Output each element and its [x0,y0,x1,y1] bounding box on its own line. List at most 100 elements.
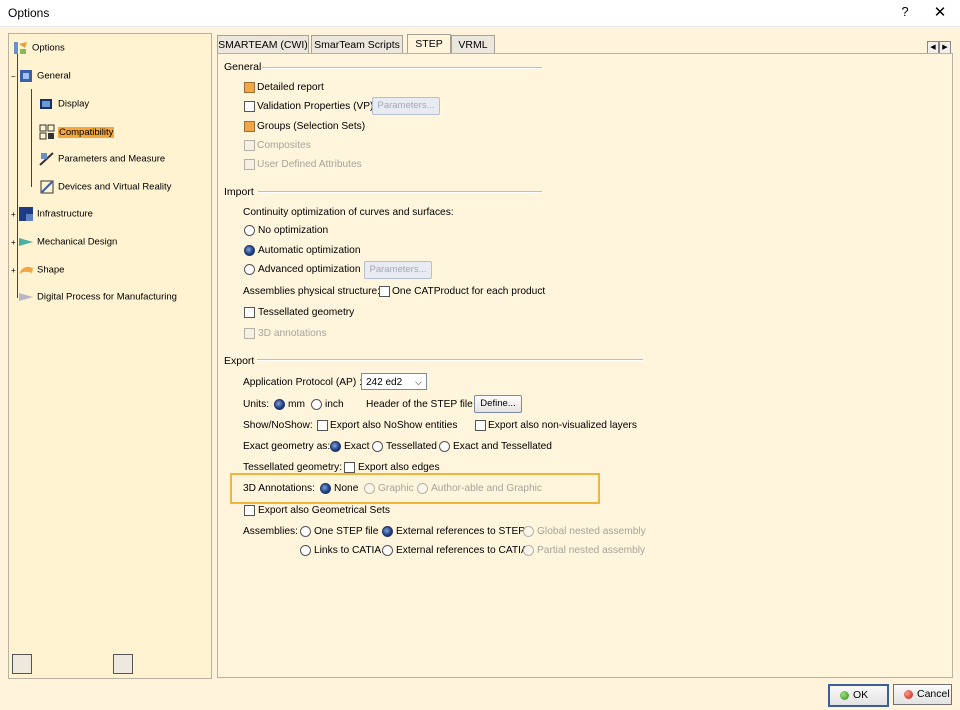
infrastructure-icon [18,206,34,222]
tab-scroll: ◀ ▶ [927,40,951,54]
validation-properties-label: Validation Properties (VP) [257,101,374,112]
groups-label: Groups (Selection Sets) [257,121,366,132]
tree-item-dpm[interactable]: Digital Process for Manufacturing [18,289,177,305]
cancel-icon [904,689,913,699]
no-optimization-radio[interactable] [244,225,255,236]
tab-step[interactable]: STEP [407,34,451,55]
no-optimization-label: No optimization [258,225,329,236]
step-panel [217,53,953,678]
header-label: Header of the STEP file : [366,399,479,410]
continuity-label: Continuity optimization of curves and su… [243,207,454,218]
inch-label: inch [325,399,344,410]
section-general: General [224,61,262,73]
tree-label: Devices and Virtual Reality [58,181,172,193]
export-edges-checkbox[interactable] [344,462,355,473]
partial-nested-label: Partial nested assembly [537,545,646,556]
ext-catia-radio[interactable] [382,545,393,556]
noshow-checkbox[interactable] [317,420,328,431]
ap-select[interactable]: 242 ed2 ⌵ [361,373,427,390]
tree-item-options[interactable]: Options [13,40,65,56]
one-step-label: One STEP file [314,526,379,537]
automatic-optimization-radio[interactable] [244,245,255,256]
tab-smarteam[interactable]: SMARTEAM (CWI) [217,35,309,54]
tools-icon[interactable] [113,654,133,674]
exact-radio[interactable] [330,441,341,452]
annot-none-label: None [334,483,359,494]
tree-item-parameters[interactable]: Parameters and Measure [39,151,165,167]
tree-item-devices[interactable]: Devices and Virtual Reality [39,179,171,195]
tessellated-geometry-label: Tessellated geometry [258,307,355,318]
tree-label: Shape [37,264,65,276]
tree-label: Display [58,98,90,110]
dpm-icon [18,289,34,305]
tree-label: Digital Process for Manufacturing [37,291,177,303]
cancel-button[interactable]: Cancel [893,684,952,705]
import-3d-annotations-checkbox[interactable] [244,328,255,339]
vp-parameters-button[interactable]: Parameters... [372,97,440,115]
compatibility-icon [39,124,55,140]
tessellated-geometry-export-label: Tessellated geometry: [243,462,343,473]
composites-label: Composites [257,140,311,151]
tree-item-compatibility[interactable]: Compatibility [39,124,115,140]
units-label: Units: [243,399,270,410]
import-parameters-button[interactable]: Parameters... [364,261,432,279]
options-tree: Options − General Display Compatibility P… [8,33,212,679]
groups-checkbox[interactable] [244,121,255,132]
partial-nested-radio[interactable] [523,545,534,556]
links-catia-radio[interactable] [300,545,311,556]
devices-icon [39,179,55,195]
help-button[interactable]: ? [897,4,913,19]
one-step-radio[interactable] [300,526,311,537]
inch-radio[interactable] [311,399,322,410]
nonvisual-layers-checkbox[interactable] [475,420,486,431]
noshow-label: Export also NoShow entities [330,420,458,431]
assemblies-label: Assemblies: [243,526,298,537]
tessellated-label: Tessellated [386,441,437,452]
geometrical-sets-checkbox[interactable] [244,505,255,516]
display-icon [39,96,55,112]
advanced-optimization-radio[interactable] [244,264,255,275]
composites-checkbox[interactable] [244,140,255,151]
tessellated-radio[interactable] [372,441,383,452]
mm-radio[interactable] [274,399,285,410]
show-noshow-label: Show/NoShow: [243,420,313,431]
exact-tessellated-radio[interactable] [439,441,450,452]
tessellated-geometry-checkbox[interactable] [244,307,255,318]
annot-none-radio[interactable] [320,483,331,494]
window-title: Options [8,6,50,20]
tree-item-general[interactable]: − General [11,68,71,84]
validation-properties-checkbox[interactable] [244,101,255,112]
close-button[interactable]: ✕ [930,3,950,21]
tab-vrml[interactable]: VRML [451,35,495,54]
export-edges-label: Export also edges [358,462,440,473]
automatic-optimization-label: Automatic optimization [258,245,361,256]
annot-authorable-label: Author-able and Graphic [431,483,542,494]
ok-label: OK [853,689,869,701]
parameters-icon [39,151,55,167]
tab-smarteam-scripts[interactable]: SmarTeam Scripts [311,35,403,54]
title-bar: Options ? ✕ [0,0,960,27]
advanced-optimization-label: Advanced optimization [258,264,361,275]
tree-item-mechanical[interactable]: + Mechanical Design [11,234,117,250]
annot-authorable-radio[interactable] [417,483,428,494]
options-icon [13,40,29,56]
define-button[interactable]: Define... [474,395,522,413]
assemblies-structure-label: Assemblies physical structure: [243,286,381,297]
links-catia-label: Links to CATIA [314,545,382,556]
ok-button[interactable]: OK [828,684,889,707]
ap-label: Application Protocol (AP) : [243,377,362,388]
ext-step-radio[interactable] [382,526,393,537]
detailed-report-label: Detailed report [257,82,324,93]
detailed-report-checkbox[interactable] [244,82,255,93]
geometrical-sets-label: Export also Geometrical Sets [258,505,390,516]
tree-item-infrastructure[interactable]: + Infrastructure [11,206,93,222]
tree-label: General [37,70,71,82]
home-icon[interactable] [12,654,32,674]
shape-icon [18,262,34,278]
annot-graphic-radio[interactable] [364,483,375,494]
tree-item-display[interactable]: Display [39,96,89,112]
one-catproduct-checkbox[interactable] [379,286,390,297]
user-defined-checkbox[interactable] [244,159,255,170]
tree-item-shape[interactable]: + Shape [11,262,64,278]
global-nested-radio[interactable] [523,526,534,537]
